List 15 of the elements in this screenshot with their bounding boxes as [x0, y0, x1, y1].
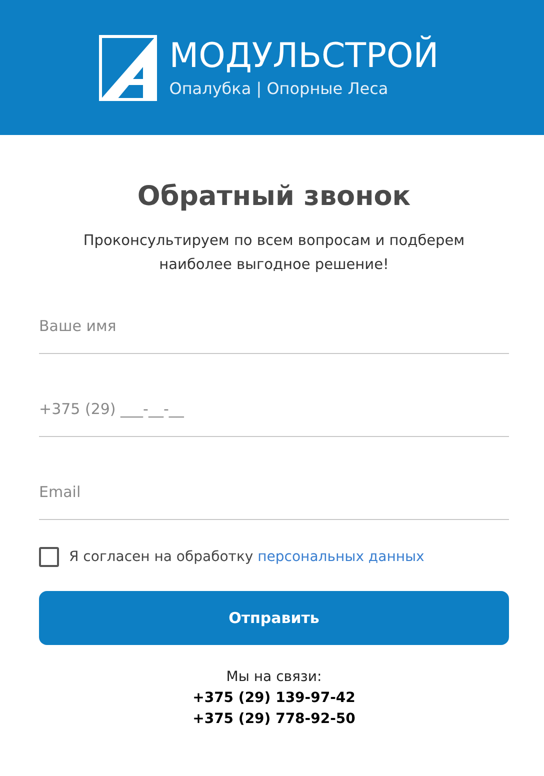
consent-checkbox[interactable] [39, 547, 59, 567]
logo-icon [99, 34, 158, 100]
consent-text: Я согласен на обработку персональных данных [69, 549, 424, 565]
phone-number: +375 (29) 139-97-42 [192, 689, 356, 708]
brand-tagline: Опалубка | Опорные Леса [169, 78, 390, 100]
phone-number: +375 (29) 778-92-50 [192, 710, 356, 729]
contacts-label: Мы на связи: [225, 668, 323, 687]
input-field[interactable]: Email [39, 483, 509, 520]
form-subtitle: Проконсультируем по всем вопросам и подберем наиболее выгодное решение! [82, 232, 466, 275]
submit-button[interactable]: Отправить [39, 591, 509, 645]
privacy-link[interactable]: персональных данных [258, 549, 424, 565]
brand-name: МОДУЛЬСТРОЙ [169, 36, 439, 76]
input-field[interactable]: +375 (29) ___-__-__ [39, 400, 509, 437]
input-field[interactable]: Ваше имя [39, 317, 509, 354]
form-title: Обратный звонок [136, 180, 412, 214]
